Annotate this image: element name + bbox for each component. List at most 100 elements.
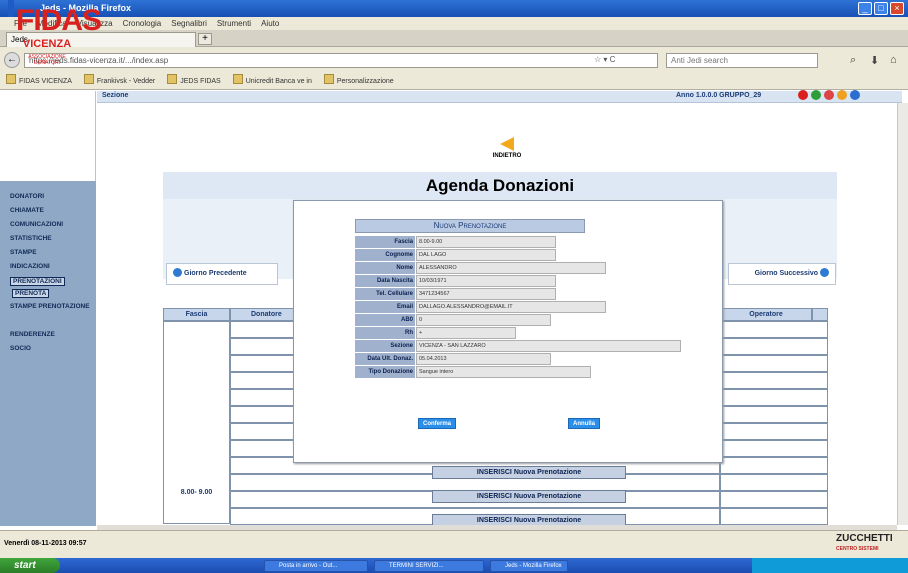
- status-bar: [0, 530, 908, 558]
- field-label: Tel. Cellulare: [355, 288, 415, 300]
- operator-cell: [720, 321, 828, 338]
- taskbar-item[interactable]: TERMINI SERVIZI...: [374, 560, 484, 572]
- field-input[interactable]: 0: [416, 314, 551, 326]
- user-icon[interactable]: [837, 90, 847, 100]
- fidas-logo: FIDAS: [16, 4, 102, 37]
- field-label: Data Ult. Donaz.: [355, 353, 415, 365]
- tab-bar: Jeds +: [0, 30, 908, 47]
- circle-arrow-icon: [173, 268, 182, 277]
- field-label: Sezione: [355, 340, 415, 352]
- field-input[interactable]: 3471234567: [416, 288, 556, 300]
- bookmark-item[interactable]: Unicredit Banca ve in: [233, 73, 312, 89]
- logo-city: VICENZA: [22, 38, 72, 50]
- field-label: Data Nascita: [355, 275, 415, 287]
- field-input[interactable]: +: [416, 327, 516, 339]
- zucchetti-subtitle: CENTRO SISTEMI: [836, 546, 879, 552]
- confirm-button[interactable]: Conferma: [418, 418, 456, 429]
- taskbar-item[interactable]: Posta in arrivo - Out...: [264, 560, 368, 572]
- sidebar-item-indicazioni[interactable]: INDICAZIONI: [10, 263, 50, 270]
- sidebar-item-prenotazioni[interactable]: PRENOTAZIONI: [10, 277, 65, 286]
- field-input[interactable]: 8.00-9.00: [416, 236, 556, 248]
- field-input[interactable]: DALLAGO.ALESSANDRO@EMAIL.IT: [416, 301, 606, 313]
- url-field[interactable]: https://jeds.fidas-vicenza.it/.../index.…: [24, 53, 658, 68]
- operator-cell: [720, 338, 828, 355]
- circle-arrow-icon: [820, 268, 829, 277]
- next-day-button[interactable]: Giorno Successivo: [728, 263, 836, 285]
- sidebar-item-comunicazioni[interactable]: COMUNICAZIONI: [10, 221, 63, 228]
- sidebar-subitem-prenota[interactable]: PRENOTA: [12, 289, 50, 298]
- operator-cell: [720, 372, 828, 389]
- home-icon[interactable]: [798, 90, 808, 100]
- exit-icon[interactable]: [850, 90, 860, 100]
- sidebar-item-stampe[interactable]: STAMPE: [10, 249, 37, 256]
- column-header-extra: [812, 308, 828, 321]
- sidebar-item-renderenze[interactable]: RENDERENZE: [10, 331, 55, 338]
- insert-booking-button[interactable]: INSERISCI Nuova Prenotazione: [432, 466, 626, 479]
- menu-segnalibri[interactable]: Segnalibri: [171, 17, 207, 30]
- field-input[interactable]: ALESSANDRO: [416, 262, 606, 274]
- back-button[interactable]: INDIETRO: [484, 137, 530, 159]
- dialog-title: Nuova Prenotazione: [355, 219, 585, 233]
- header-icons: [798, 90, 860, 100]
- operator-cell: [720, 457, 828, 474]
- field-label: Fascia: [355, 236, 415, 248]
- menu-strumenti[interactable]: Strumenti: [217, 17, 251, 30]
- previous-day-button[interactable]: Giorno Precedente: [166, 263, 278, 285]
- logo-area: [0, 91, 96, 181]
- menu-aiuto[interactable]: Aiuto: [261, 17, 279, 30]
- download-icon[interactable]: ⬇: [870, 54, 879, 67]
- section-label: Sezione: [102, 92, 129, 99]
- bookmark-item[interactable]: Frankivsk - Vedder: [84, 73, 155, 89]
- bookmarks-bar: FIDAS VICENZA Frankivsk - Vedder JEDS FI…: [0, 73, 908, 90]
- refresh-icon[interactable]: [811, 90, 821, 100]
- menu-cronologia[interactable]: Cronologia: [123, 17, 162, 30]
- maximize-icon[interactable]: □: [874, 2, 888, 15]
- operator-cell: [720, 508, 828, 525]
- calendar-icon[interactable]: [824, 90, 834, 100]
- bookmark-item[interactable]: JEDS FIDAS: [167, 73, 220, 89]
- previous-day-label: Giorno Precedente: [184, 270, 247, 277]
- field-input[interactable]: DAL LAGO: [416, 249, 556, 261]
- sidebar-item-chiamate[interactable]: CHIAMATE: [10, 207, 44, 214]
- menu-bar: File Modifica Visualizza Cronologia Segn…: [0, 17, 908, 30]
- user-group-label: Anno 1.0.0.0 GRUPPO_29: [676, 92, 762, 99]
- home-icon[interactable]: ⌂: [890, 54, 897, 66]
- zucchetti-logo: ZUCCHETTI: [836, 533, 893, 544]
- field-label: Cognome: [355, 249, 415, 261]
- navigation-bar: ← https://jeds.fidas-vicenza.it/.../inde…: [0, 47, 908, 73]
- window-title-bar: Jeds - Mozilla Firefox: [0, 0, 908, 17]
- field-input[interactable]: Sangue intero: [416, 366, 591, 378]
- field-label: Rh: [355, 327, 415, 339]
- operator-cell: [720, 474, 828, 491]
- search-input[interactable]: Anti Jedi search: [666, 53, 818, 68]
- bookmark-item[interactable]: Personalizzazione: [324, 73, 394, 89]
- vertical-scrollbar[interactable]: [897, 103, 908, 525]
- cancel-button[interactable]: Annulla: [568, 418, 600, 429]
- operator-cell: [720, 423, 828, 440]
- operator-cell: [720, 355, 828, 372]
- insert-booking-button[interactable]: INSERISCI Nuova Prenotazione: [432, 490, 626, 503]
- window-controls: _ □ ×: [858, 2, 904, 15]
- sidebar-item-stampe-prenotazione[interactable]: STAMPE PRENOTAZIONE: [10, 303, 90, 310]
- search-icon[interactable]: ⌕: [850, 54, 856, 67]
- operator-cell: [720, 406, 828, 423]
- close-icon[interactable]: ×: [890, 2, 904, 15]
- sidebar: DONATORI CHIAMATE COMUNICAZIONI STATISTI…: [0, 181, 96, 526]
- sidebar-item-socio[interactable]: SOCIO: [10, 345, 31, 352]
- sidebar-item-donatori[interactable]: DONATORI: [10, 193, 44, 200]
- field-label: Nome: [355, 262, 415, 274]
- taskbar-item[interactable]: Jeds - Mozilla Firefox: [490, 560, 568, 572]
- bookmark-item[interactable]: FIDAS VICENZA: [6, 73, 72, 89]
- page-title: Agenda Donazioni: [163, 172, 837, 199]
- field-input[interactable]: 10/03/1971: [416, 275, 556, 287]
- operator-cell: [720, 491, 828, 508]
- new-tab-button[interactable]: +: [198, 33, 212, 45]
- reload-icon[interactable]: ☆ ▾ C: [594, 55, 615, 64]
- logo-subtitle: ASSOCIAZIONE DONATORI: [28, 54, 66, 66]
- operator-cell: [720, 389, 828, 406]
- minimize-icon[interactable]: _: [858, 2, 872, 15]
- field-input[interactable]: 05.04.2013: [416, 353, 551, 365]
- field-input[interactable]: VICENZA - SAN LAZZARO: [416, 340, 681, 352]
- start-button[interactable]: start: [0, 558, 60, 573]
- sidebar-item-statistiche[interactable]: STATISTICHE: [10, 235, 52, 242]
